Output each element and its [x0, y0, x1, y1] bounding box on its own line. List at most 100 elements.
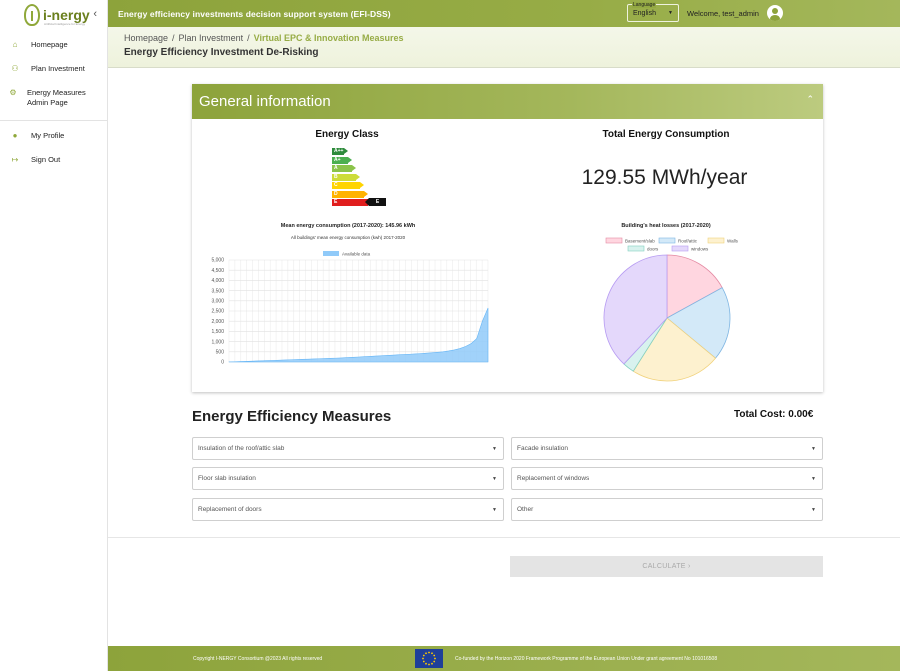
select-label: Replacement of windows [517, 475, 590, 482]
chevron-up-icon[interactable]: ⌃ [806, 94, 814, 105]
sidebar-item-label: Plan Investment [31, 64, 85, 73]
legend-swatch [671, 245, 689, 252]
sidebar-item-plan-investment[interactable]: ⚇ Plan Investment [0, 60, 107, 84]
energy-class-indicator: E [365, 198, 386, 206]
legend-swatch [707, 237, 725, 244]
windows-replacement-select[interactable]: Replacement of windows ▼ [511, 467, 823, 490]
legend-label: Basement/slab [625, 238, 655, 243]
select-label: Replacement of doors [198, 506, 262, 513]
eu-flag-icon [415, 649, 443, 668]
user-avatar-icon[interactable] [767, 5, 783, 21]
sidebar-item-label: Sign Out [31, 155, 61, 164]
legend-swatch [605, 237, 623, 244]
logo-text: i-nergy [43, 7, 90, 23]
select-label: Insulation of the roof/attic slab [198, 445, 285, 452]
energy-class-bar-e: E [332, 199, 372, 206]
y-tick-label: 4,500 [211, 268, 224, 274]
sidebar-item-energy-measures-admin[interactable]: ⚙ Energy Measures Admin Page [0, 84, 107, 118]
page-title: Energy Efficiency Investment De-Risking [124, 47, 319, 58]
legend-label: doors [647, 246, 659, 251]
energy-class-bar-c: C [332, 182, 364, 189]
inergy-logo[interactable]: i-nergy Artificial Intelligence for Ener… [0, 0, 107, 30]
legend-label: windows [691, 246, 709, 251]
energy-class-bar-b: B [332, 173, 360, 181]
energy-class-bar-a: A [332, 165, 356, 172]
consumption-value: 129.55 MWh/year [581, 166, 748, 189]
select-label: Facade insulation [517, 445, 568, 452]
y-tick-label: 2,500 [211, 309, 224, 315]
dropdown-arrow-icon: ▼ [811, 446, 816, 452]
logo-bulb-icon [24, 4, 40, 26]
energy-class-title: Energy Class [315, 129, 379, 140]
consumption-title: Total Energy Consumption [602, 129, 730, 140]
breadcrumb-current: Virtual EPC & Innovation Measures [253, 33, 404, 43]
logo-tagline: Artificial Intelligence for Energy [44, 22, 86, 26]
dropdown-arrow-icon: ▼ [492, 507, 497, 513]
dropdown-arrow-icon: ▼ [811, 507, 816, 513]
energy-class-scale: A++ A+ A B C D E [332, 148, 372, 208]
language-caption: Language [632, 2, 657, 8]
users-icon: ⚇ [11, 64, 19, 73]
y-tick-label: 3,000 [211, 299, 224, 305]
y-tick-label: 0 [221, 360, 224, 366]
pie-chart-title: Building's heat losses (2017-2020) [621, 223, 711, 229]
roof-insulation-select[interactable]: Insulation of the roof/attic slab ▼ [192, 437, 504, 460]
energy-class-bar-aplusplus: A++ [332, 148, 348, 155]
collapse-sidebar-icon[interactable]: ‹ [93, 8, 97, 20]
legend-swatch [323, 251, 339, 256]
sidebar-item-label: My Profile [31, 131, 65, 140]
gear-icon: ⚙ [9, 88, 17, 97]
mean-consumption-chart: Available data 0 500 1,000 1,500 2,000 2,500 3,… [211, 251, 489, 366]
signout-icon: ↦ [11, 155, 19, 164]
y-tick-label: 5,000 [211, 258, 224, 264]
y-tick-label: 3,500 [211, 288, 224, 294]
app-title: Energy efficiency investments decision s… [118, 8, 391, 19]
heat-losses-chart: Basement/slab Roof/attic Walls doors windows [603, 237, 739, 382]
chevron-down-icon: ▼ [668, 10, 673, 16]
dropdown-arrow-icon: ▼ [811, 476, 816, 482]
doors-replacement-select[interactable]: Replacement of doors ▼ [192, 498, 504, 521]
select-label: Other [517, 506, 534, 513]
y-tick-label: 4,000 [211, 278, 224, 284]
language-value: English [633, 10, 656, 17]
other-measures-select[interactable]: Other ▼ [511, 498, 823, 521]
page-header: Homepage / Plan Investment / Virtual EPC & I… [108, 27, 900, 68]
language-select[interactable]: Language English ▼ [627, 2, 679, 22]
panel-title: General information [199, 93, 331, 110]
y-tick-label: 2,000 [211, 319, 224, 325]
breadcrumb-plan-investment[interactable]: Plan Investment [179, 33, 244, 43]
energy-class-bar-d: D [332, 190, 368, 198]
dropdown-arrow-icon: ▼ [492, 446, 497, 452]
dropdown-arrow-icon: ▼ [492, 476, 497, 482]
total-cost: Total Cost: 0.00€ [734, 409, 814, 420]
energy-class-bar-aplus: A+ [332, 156, 352, 164]
sidebar: i-nergy Artificial Intelligence for Ener… [0, 0, 108, 671]
y-tick-label: 1,000 [211, 339, 224, 345]
sidebar-item-label: Energy Measures Admin Page [26, 88, 86, 107]
welcome-text: Welcome, test_admin [687, 9, 759, 18]
general-information-panel: General information ⌃ Energy Class A++ A+… [192, 84, 823, 392]
calculate-button[interactable]: CALCULATE › [510, 556, 823, 577]
general-information-header[interactable]: General information ⌃ [192, 84, 823, 119]
sidebar-item-homepage[interactable]: ⌂ Homepage [0, 36, 107, 60]
legend-label: Available data [342, 252, 371, 257]
home-icon: ⌂ [12, 40, 18, 49]
floor-slab-insulation-select[interactable]: Floor slab insulation ▼ [192, 467, 504, 490]
footer: Copyright I-NERGY Consortium @2023 All r… [108, 646, 900, 671]
sidebar-item-sign-out[interactable]: ↦ Sign Out [0, 151, 107, 175]
sidebar-nav: ⌂ Homepage ⚇ Plan Investment ⚙ Energy Me… [0, 36, 107, 175]
measures-title: Energy Efficiency Measures [192, 408, 392, 425]
breadcrumb-homepage[interactable]: Homepage [124, 33, 168, 43]
legend-swatch [658, 237, 676, 244]
facade-insulation-select[interactable]: Facade insulation ▼ [511, 437, 823, 460]
legend-swatch [627, 245, 645, 252]
breadcrumb-separator: / [172, 33, 175, 43]
area-chart-subtitle: All buildings' mean energy consumption (… [290, 235, 406, 240]
section-divider [108, 537, 900, 538]
y-tick-label: 500 [216, 350, 225, 356]
footer-copyright: Copyright I-NERGY Consortium @2023 All r… [193, 656, 323, 662]
profile-icon: ● [12, 131, 18, 140]
breadcrumb-separator: / [247, 33, 250, 43]
area-chart-title: Mean energy consumption (2017-2020): 145… [280, 223, 416, 229]
sidebar-item-my-profile[interactable]: ● My Profile [0, 127, 107, 151]
